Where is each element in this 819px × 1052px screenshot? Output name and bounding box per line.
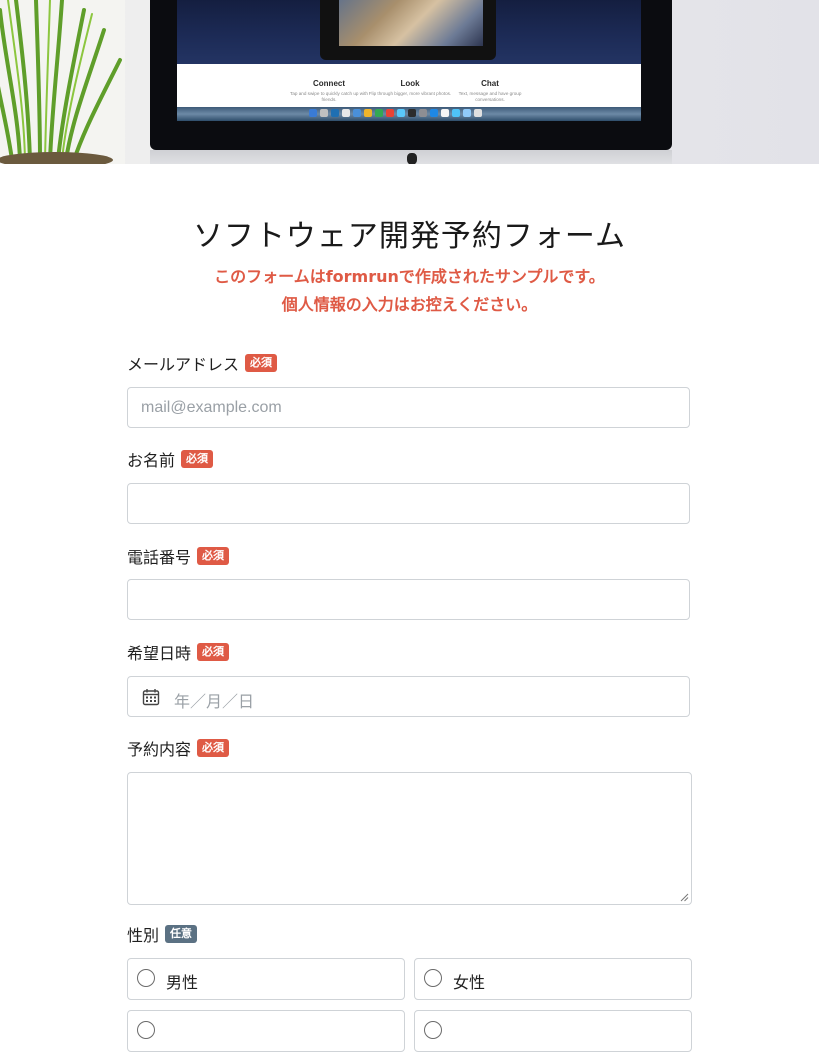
date-field[interactable]: 年／月／日 [127,676,690,717]
email-label: メールアドレス 必須 [127,351,278,375]
gender-label-text: 性別 [127,926,160,945]
dock-icons [309,109,482,119]
apple-logo-icon [407,153,417,164]
required-badge: 必須 [197,547,230,565]
details-label: 予約内容 必須 [127,736,230,760]
phone-label: 電話番号 必須 [127,544,230,568]
feature-desc: Flip through bigger, more vibrant photos… [368,91,452,96]
feature-title: Look [400,79,420,88]
feature-title: Connect [313,79,345,88]
resize-grip-icon[interactable] [680,893,689,902]
feature-desc: Tap and swipe to quickly catch up with f… [290,91,368,102]
optional-badge: 任意 [165,925,198,943]
hero-image: Connect Tap and swipe to quickly catch u… [0,0,819,164]
sample-notice: このフォームはformrunで作成されたサンプルです。 個人情報の入力はお控えく… [0,263,819,319]
gender-option-male[interactable]: 男性 [127,958,405,1000]
feature-connect: Connect Tap and swipe to quickly catch u… [284,79,374,103]
feature-desc: Text, message and have group conversatio… [458,91,522,102]
gender-option-3[interactable] [127,1010,405,1052]
radio-button[interactable] [137,969,155,987]
phone-label-text: 電話番号 [127,548,192,567]
notice-line-2: 個人情報の入力はお控えください。 [281,295,538,314]
email-field[interactable]: mail@example.com [127,387,690,428]
notice-line-1: このフォームはformrunで作成されたサンプルです。 [214,267,605,286]
details-textarea[interactable] [127,772,692,905]
email-placeholder: mail@example.com [141,399,282,416]
name-label: お名前 必須 [127,447,214,471]
name-field[interactable] [127,483,690,524]
feature-title: Chat [481,79,499,88]
page-title: ソフトウェア開発予約フォーム [192,219,627,254]
required-badge: 必須 [197,643,230,661]
gender-label: 性別 任意 [127,922,198,946]
calendar-icon[interactable] [142,688,160,706]
phone-field[interactable] [127,579,690,620]
radio-label: 女性 [453,973,486,992]
feature-look: Look Flip through bigger, more vibrant p… [365,79,455,97]
gender-option-female[interactable]: 女性 [414,958,692,1000]
mac-dock [177,107,641,121]
radio-label: 男性 [166,973,199,992]
tablet-photo [339,0,483,46]
datetime-label-text: 希望日時 [127,644,192,663]
details-label-text: 予約内容 [127,740,192,759]
required-badge: 必須 [181,450,214,468]
gender-option-4[interactable] [414,1010,692,1052]
email-label-text: メールアドレス [127,355,240,374]
imac-screen: Connect Tap and swipe to quickly catch u… [177,0,641,121]
tablet-device [320,0,496,60]
date-placeholder: 年／月／日 [174,694,255,711]
feature-chat: Chat Text, message and have group conver… [445,79,535,103]
plant-image [0,0,125,164]
required-badge: 必須 [245,354,278,372]
radio-button[interactable] [424,969,442,987]
required-badge: 必須 [197,739,230,757]
name-label-text: お名前 [127,451,176,470]
datetime-label: 希望日時 必須 [127,640,230,664]
